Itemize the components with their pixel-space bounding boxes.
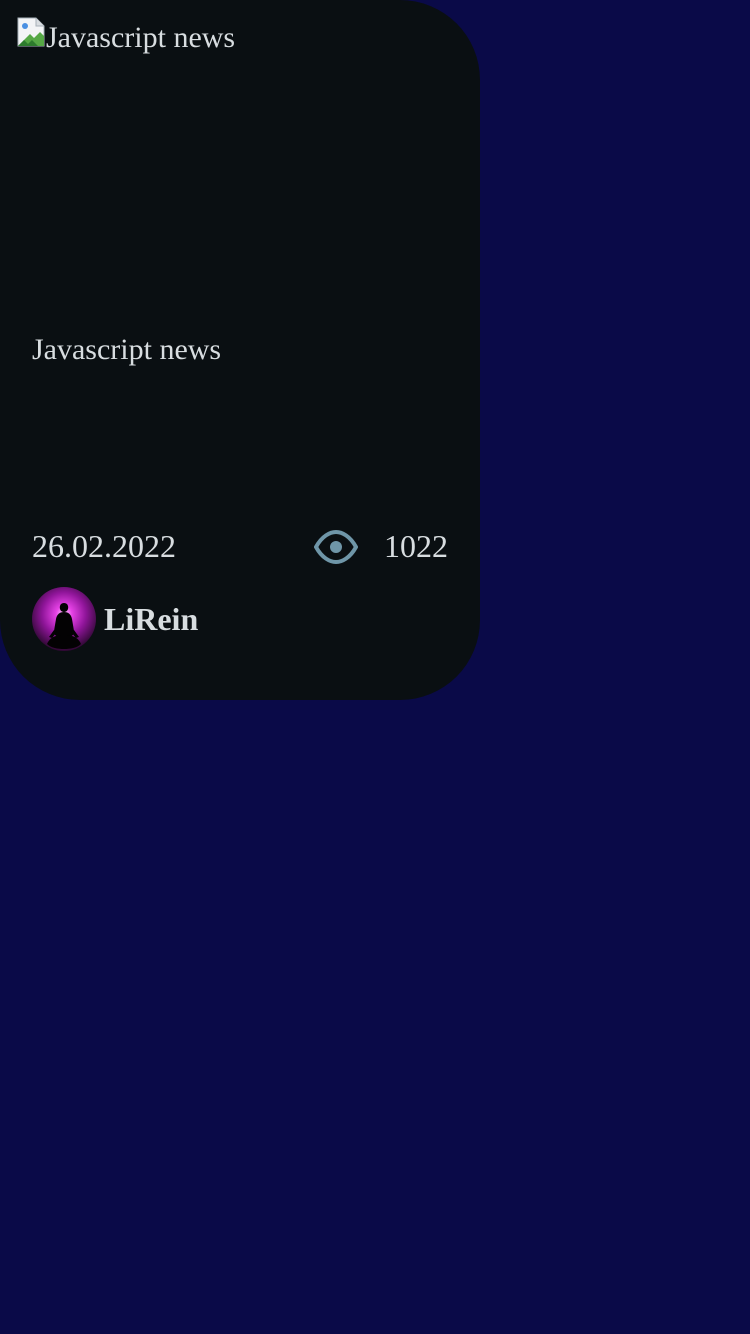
news-title[interactable]: Javascript news xyxy=(32,330,221,370)
author[interactable]: LiRein xyxy=(32,587,198,651)
broken-image-icon xyxy=(17,17,45,47)
news-cover-alt-text: Javascript news xyxy=(46,21,236,54)
eye-icon xyxy=(314,530,358,564)
author-avatar[interactable] xyxy=(32,587,96,651)
news-cover-image: Javascript news xyxy=(16,16,235,56)
views-count: 1022 xyxy=(384,528,448,564)
news-card[interactable]: Javascript news Javascript news 26.02.20… xyxy=(0,0,480,700)
author-name[interactable]: LiRein xyxy=(104,597,198,641)
publish-date: 26.02.2022 xyxy=(32,528,176,564)
news-meta: 26.02.2022 1022 xyxy=(32,524,448,568)
